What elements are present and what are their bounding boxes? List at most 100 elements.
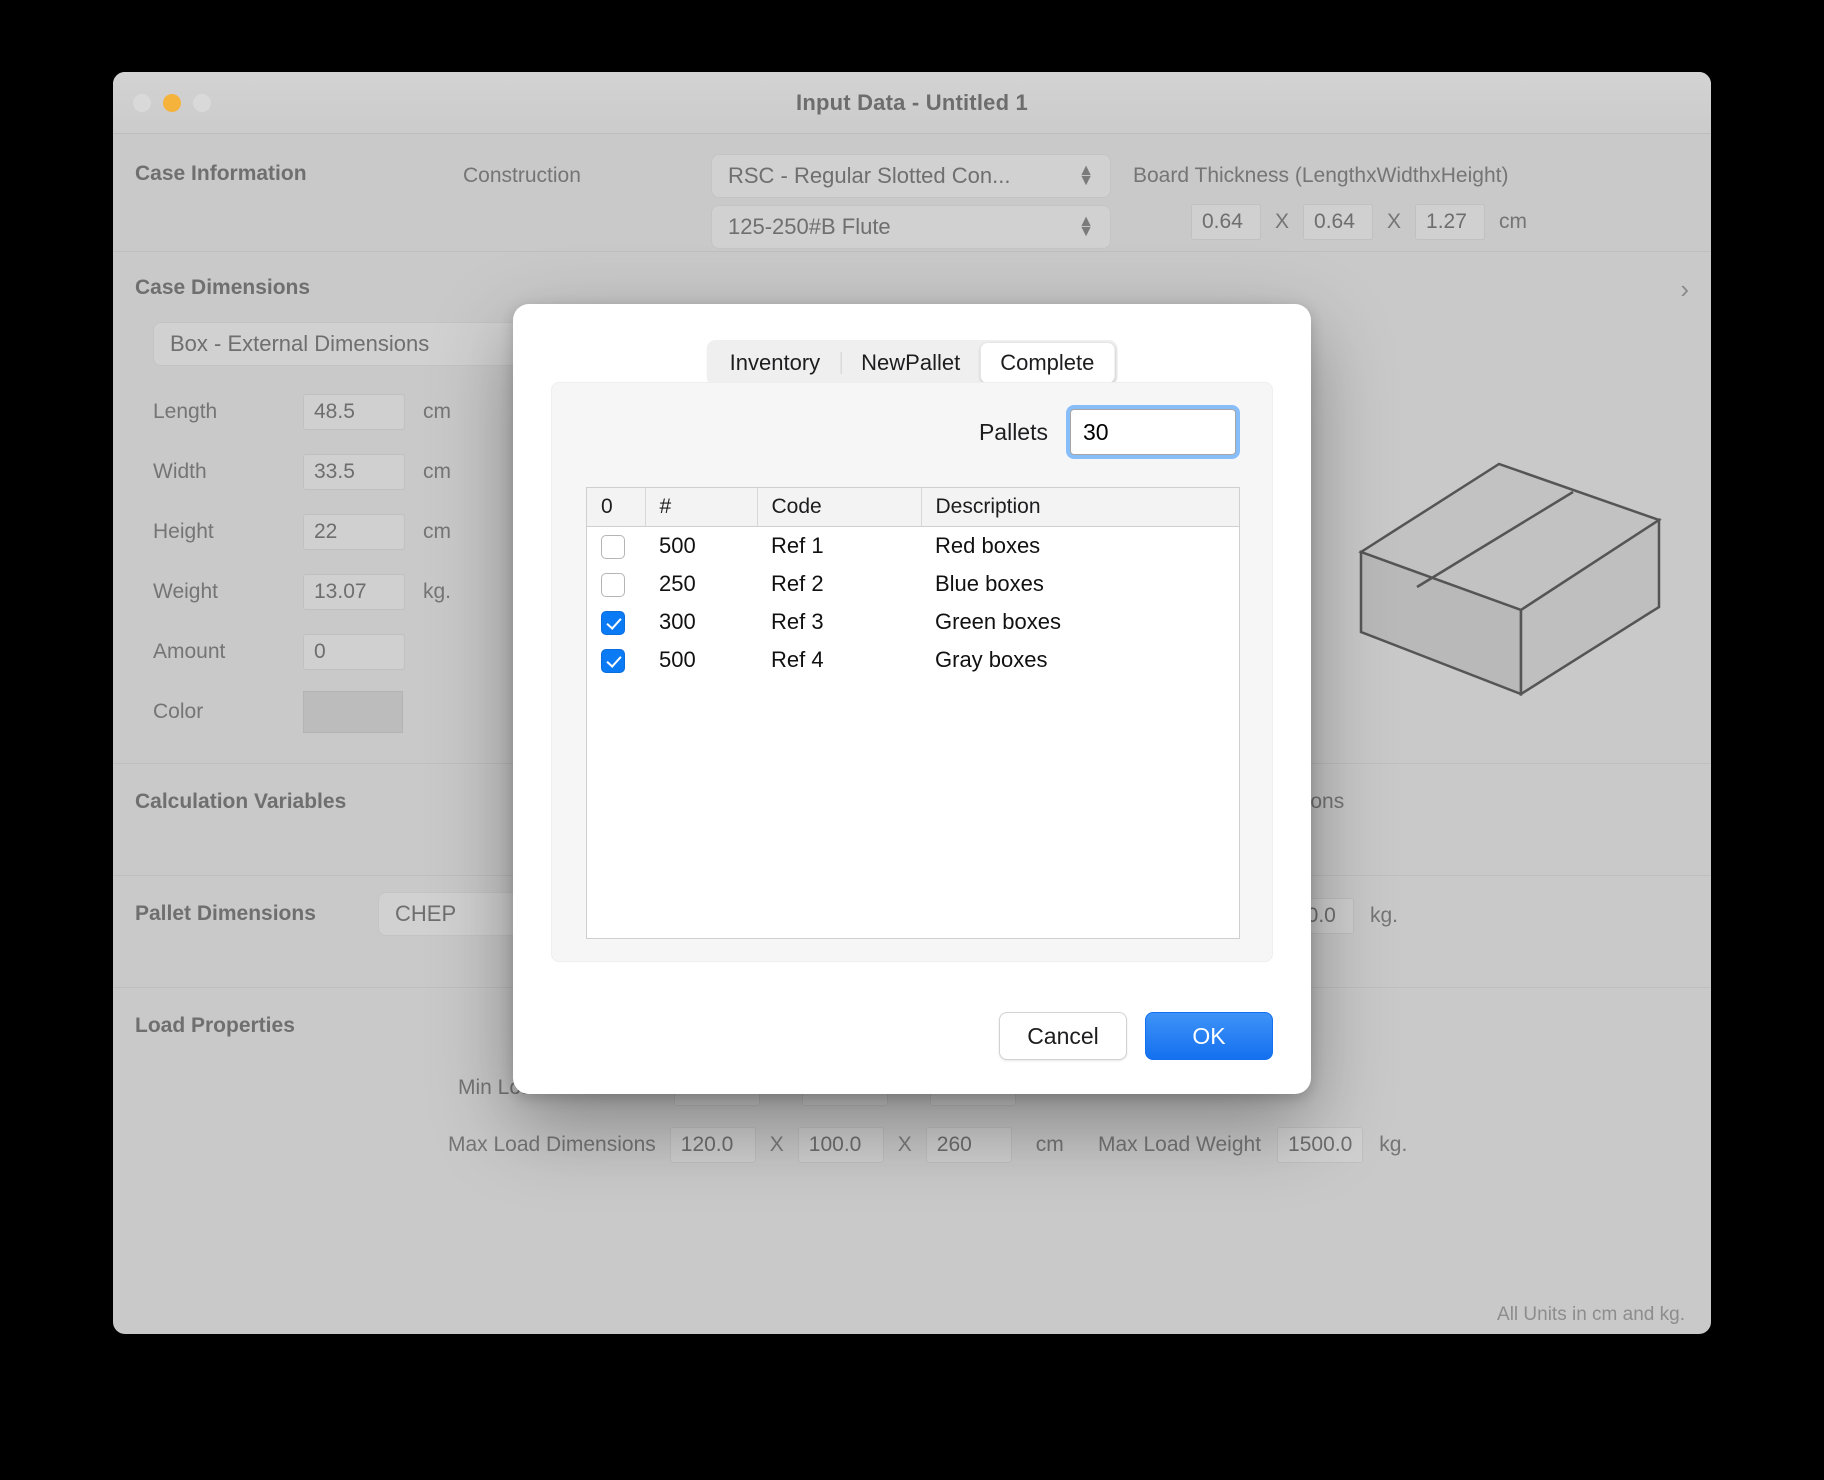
dimension-row-length: Length 48.5 cm [153, 382, 451, 442]
pallets-row: Pallets 30 [978, 405, 1240, 459]
dimension-row-color: Color [153, 682, 451, 742]
amount-input[interactable]: 0 [303, 634, 405, 670]
chevron-right-icon[interactable]: › [1680, 274, 1689, 305]
height-input[interactable]: 22 [303, 514, 405, 550]
width-label: Width [153, 460, 207, 483]
row-checkbox[interactable] [601, 572, 625, 597]
max-load-width-input[interactable]: 100.0 [797, 1127, 884, 1163]
board-thickness-length-input[interactable]: 0.64 [1191, 204, 1261, 240]
pallet-weight-unit: kg. [1369, 904, 1398, 927]
construction-label: Construction [463, 164, 581, 187]
construction-select[interactable]: RSC - Regular Slotted Con... ▲ ▼ [711, 154, 1111, 198]
table-header: 0 # Code Description [587, 488, 1239, 527]
board-thickness-fields: 0.64 X 0.64 X 1.27 cm [1191, 204, 1527, 240]
max-load-weight-row: Max Load Weight 1500.0 kg. [1098, 1127, 1407, 1163]
dialog-buttons: Cancel OK [999, 1012, 1273, 1060]
flute-select[interactable]: 125-250#B Flute ▲ ▼ [711, 205, 1111, 249]
row-checkbox-cell[interactable] [587, 603, 645, 641]
row-checkbox[interactable] [601, 534, 625, 559]
row-checkbox-cell[interactable] [587, 565, 645, 603]
table-body: 500 Ref 1 Red boxes 250 Ref 2 Blue boxes [587, 527, 1239, 679]
separator-x: X [1387, 210, 1402, 233]
width-input[interactable]: 33.5 [303, 454, 405, 490]
flute-value: 125-250#B Flute [728, 214, 891, 239]
row-count: 500 [659, 646, 696, 672]
pallet-type-value: CHEP [395, 901, 457, 926]
board-thickness-unit: cm [1499, 210, 1528, 233]
inventory-table-container: 0 # Code Description 500 Ref 1 Red boxes [586, 487, 1240, 939]
board-thickness-label: Board Thickness (LengthxWidthxHeight) [1133, 164, 1509, 187]
case-information-section: Case Information Construction RSC - Regu… [113, 134, 1711, 252]
case-dimensions-title: Case Dimensions [135, 276, 311, 299]
row-count: 300 [659, 608, 696, 634]
dimension-row-weight: Weight 13.07 kg. [153, 562, 451, 622]
row-description: Green boxes [935, 608, 1061, 634]
length-unit: cm [423, 400, 451, 423]
max-load-weight-input[interactable]: 1500.0 [1277, 1127, 1364, 1163]
column-header-count[interactable]: # [645, 488, 758, 527]
dimension-row-amount: Amount 0 [153, 622, 451, 682]
dimension-mode-value: Box - External Dimensions [170, 331, 430, 356]
max-load-dimensions-row: Max Load Dimensions 120.0 X 100.0 X 260 … [448, 1127, 1064, 1163]
column-header-code[interactable]: Code [757, 488, 922, 527]
row-checkbox-cell[interactable] [587, 641, 645, 679]
ok-button[interactable]: OK [1145, 1012, 1273, 1060]
color-swatch[interactable] [303, 691, 403, 733]
pallets-label: Pallets [978, 418, 1048, 445]
traffic-light-controls [133, 93, 211, 112]
length-input[interactable]: 48.5 [303, 394, 405, 430]
case-information-title: Case Information [135, 162, 307, 185]
window-titlebar: Input Data - Untitled 1 [113, 72, 1711, 134]
pallets-input[interactable]: 30 [1066, 405, 1240, 459]
inventory-table: 0 # Code Description 500 Ref 1 Red boxes [587, 488, 1239, 679]
width-unit: cm [423, 460, 451, 483]
zoom-icon[interactable] [193, 93, 211, 112]
table-header-row: 0 # Code Description [587, 488, 1239, 527]
column-header-description[interactable]: Description [921, 488, 1239, 527]
height-unit: cm [423, 520, 451, 543]
dialog-panel: Pallets 30 0 # Code Description 500 Ref … [551, 382, 1273, 962]
tab-inventory[interactable]: Inventory [710, 343, 841, 383]
cancel-button[interactable]: Cancel [999, 1012, 1127, 1060]
weight-unit: kg. [423, 580, 452, 603]
table-row[interactable]: 500 Ref 1 Red boxes [587, 527, 1239, 565]
case-dimension-rows: Length 48.5 cm Width 33.5 cm Height 22 c… [153, 382, 451, 742]
row-checkbox[interactable] [601, 648, 625, 673]
row-code: Ref 2 [771, 570, 824, 596]
row-description: Blue boxes [935, 570, 1044, 596]
row-code: Ref 1 [771, 532, 824, 558]
row-description: Gray boxes [935, 646, 1048, 672]
separator-x: X [1275, 210, 1290, 233]
max-load-weight-unit: kg. [1379, 1133, 1408, 1156]
minimize-icon[interactable] [163, 93, 181, 112]
row-description: Red boxes [935, 532, 1041, 558]
tab-complete[interactable]: Complete [980, 343, 1115, 383]
table-row[interactable]: 300 Ref 3 Green boxes [587, 603, 1239, 641]
tab-newpallet[interactable]: NewPallet [841, 343, 980, 383]
row-code: Ref 3 [771, 608, 824, 634]
separator-x: X [897, 1133, 912, 1156]
board-thickness-width-input[interactable]: 0.64 [1303, 204, 1374, 240]
max-load-unit: cm [1035, 1133, 1064, 1156]
table-row[interactable]: 500 Ref 4 Gray boxes [587, 641, 1239, 679]
length-label: Length [153, 400, 218, 423]
weight-label: Weight [153, 580, 218, 603]
max-load-length-input[interactable]: 120.0 [669, 1127, 756, 1163]
max-load-height-input[interactable]: 260 [925, 1127, 1012, 1163]
column-header-select[interactable]: 0 [587, 488, 646, 527]
chevron-updown-icon: ▲▼ [1078, 162, 1094, 189]
inventory-dialog: Inventory NewPallet Complete Pallets 30 … [513, 304, 1311, 1094]
table-row[interactable]: 250 Ref 2 Blue boxes [587, 565, 1239, 603]
weight-input[interactable]: 13.07 [303, 574, 405, 610]
load-properties-title: Load Properties [135, 1014, 295, 1037]
row-code: Ref 4 [771, 646, 824, 672]
row-checkbox[interactable] [601, 610, 625, 635]
dimension-mode-select[interactable]: Box - External Dimensions ▲▼ [153, 322, 573, 366]
screen: Input Data - Untitled 1 Case Information… [0, 0, 1824, 1480]
board-thickness-height-input[interactable]: 1.27 [1415, 204, 1486, 240]
amount-label: Amount [153, 640, 226, 663]
close-icon[interactable] [133, 93, 151, 112]
row-checkbox-cell[interactable] [587, 527, 645, 565]
max-load-label: Max Load Dimensions [448, 1133, 656, 1156]
box-3d-illustration [1358, 462, 1662, 697]
